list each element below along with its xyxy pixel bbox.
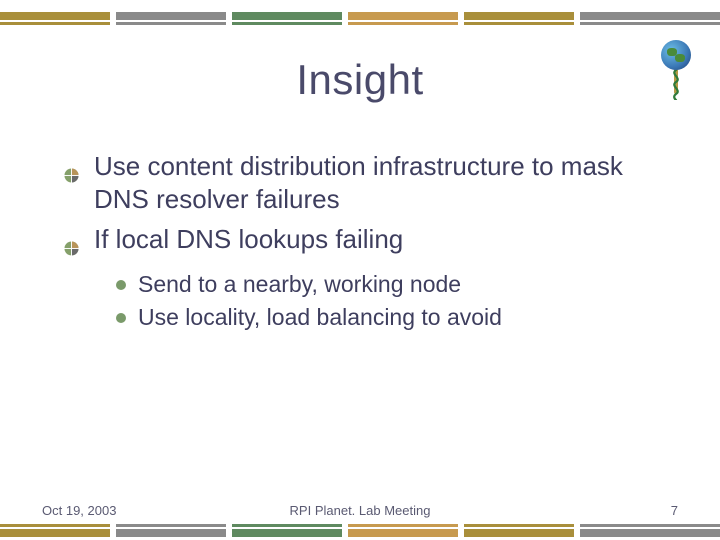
slide-title: Insight: [0, 56, 720, 104]
disc-bullet-icon: [116, 313, 126, 323]
bullet-sub-text: Use locality, load balancing to avoid: [138, 304, 502, 330]
bullet-text: Use content distribution infrastructure …: [94, 151, 623, 214]
bullet-sub-text: Send to a nearby, working node: [138, 271, 461, 297]
footer-venue: RPI Planet. Lab Meeting: [0, 503, 720, 518]
bullet-sub: Use locality, load balancing to avoid: [116, 303, 664, 333]
pie-bullet-icon: [64, 158, 79, 173]
disc-bullet-icon: [116, 280, 126, 290]
footer-page-number: 7: [671, 503, 678, 518]
bullet-main: If local DNS lookups failing: [64, 223, 664, 256]
bottom-color-band-thin: [0, 524, 720, 527]
bullet-text: If local DNS lookups failing: [94, 224, 403, 254]
bullet-main: Use content distribution infrastructure …: [64, 150, 664, 215]
bullet-sub: Send to a nearby, working node: [116, 270, 664, 300]
bottom-color-band: [0, 529, 720, 537]
slide-body: Use content distribution infrastructure …: [64, 150, 664, 337]
top-color-band-thin: [0, 22, 720, 25]
top-color-band: [0, 12, 720, 20]
pie-bullet-icon: [64, 231, 79, 246]
